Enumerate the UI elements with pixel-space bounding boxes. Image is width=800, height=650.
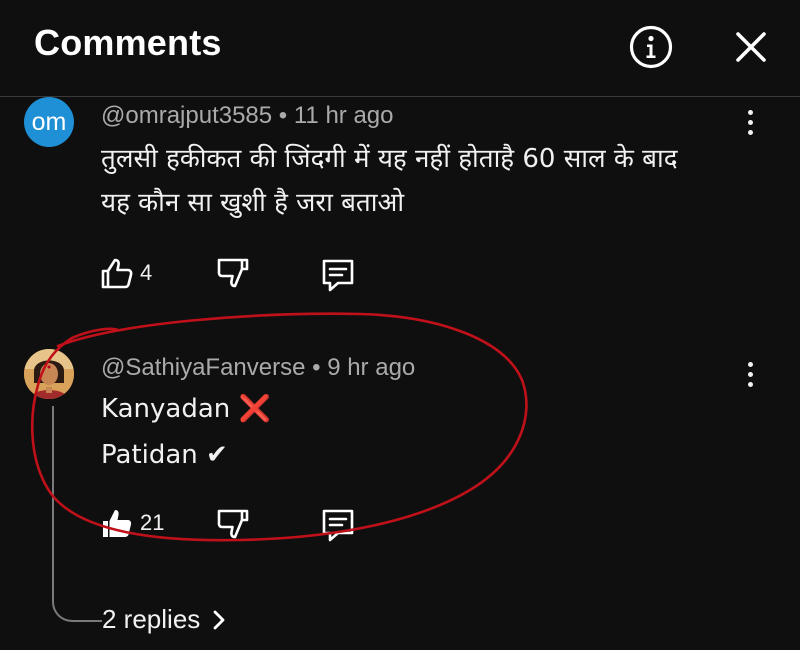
comment-meta: @SathiyaFanverse • 9 hr ago bbox=[101, 354, 416, 381]
info-icon bbox=[629, 25, 673, 69]
comment-text-line: Patidan ✔ bbox=[101, 440, 228, 470]
close-icon bbox=[736, 32, 766, 62]
chevron-right-icon bbox=[213, 610, 225, 629]
comment-meta: @omrajput3585 • 11 hr ago bbox=[101, 102, 394, 129]
like-button[interactable]: 4 bbox=[100, 254, 160, 292]
profile-photo-icon bbox=[24, 349, 74, 399]
header-divider bbox=[0, 96, 800, 97]
avatar[interactable] bbox=[24, 349, 74, 399]
more-options-button[interactable] bbox=[738, 354, 762, 394]
dislike-button[interactable] bbox=[216, 256, 256, 294]
more-dot-icon bbox=[747, 109, 753, 115]
view-replies-button[interactable]: 2 replies bbox=[102, 604, 228, 635]
reply-button[interactable] bbox=[320, 507, 360, 545]
comment-text-line: यह कौन सा खुशी है जरा बताओ bbox=[101, 188, 405, 218]
thumbs-up-filled-icon bbox=[103, 510, 132, 537]
comment-text-line: तुलसी हकीकत की जिंदगी में यह नहीं होताहै… bbox=[101, 144, 678, 174]
thumbs-down-icon bbox=[217, 509, 249, 539]
reply-button[interactable] bbox=[320, 257, 360, 295]
replies-label: 2 replies bbox=[102, 604, 201, 634]
like-count: 21 bbox=[140, 510, 165, 535]
more-dot-icon bbox=[747, 371, 753, 377]
avatar[interactable]: om bbox=[24, 97, 74, 147]
dislike-button[interactable] bbox=[216, 507, 256, 545]
page-title: Comments bbox=[34, 22, 222, 63]
close-button[interactable] bbox=[729, 25, 773, 69]
more-dot-icon bbox=[747, 381, 753, 387]
thumbs-up-icon bbox=[101, 258, 133, 289]
more-dot-icon bbox=[747, 361, 753, 367]
thumbs-down-icon bbox=[217, 258, 249, 288]
info-button[interactable] bbox=[627, 23, 675, 71]
reply-comment-icon bbox=[322, 259, 354, 292]
like-button[interactable]: 21 bbox=[100, 504, 176, 542]
reply-comment-icon bbox=[322, 509, 354, 542]
thread-connector bbox=[52, 406, 102, 622]
more-dot-icon bbox=[747, 119, 753, 125]
more-options-button[interactable] bbox=[738, 102, 762, 142]
more-dot-icon bbox=[747, 129, 753, 135]
like-count: 4 bbox=[140, 260, 153, 285]
red-annotation-circle bbox=[30, 312, 528, 542]
comment-text-line: Kanyadan ❌ bbox=[101, 394, 271, 424]
